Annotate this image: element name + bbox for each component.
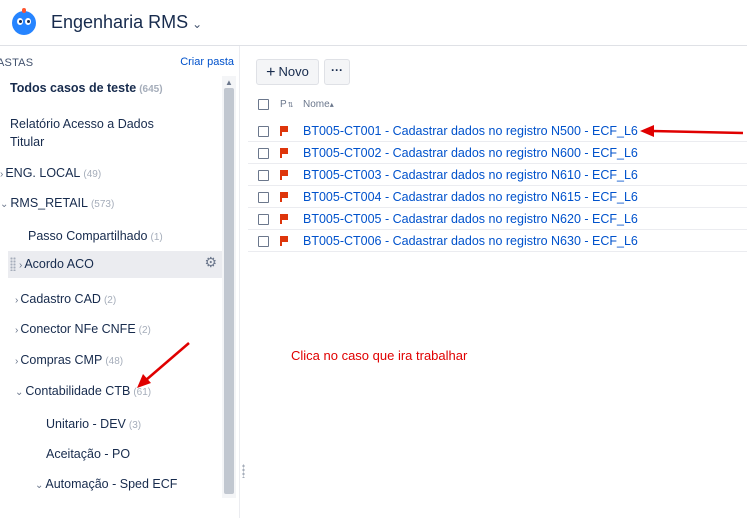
priority-flag-icon [280,126,288,136]
sort-icon: ⇅ [287,102,294,109]
folder-sidebar: ASTAS Criar pasta Todos casos de teste (6… [0,46,239,518]
more-actions-button[interactable]: ··· [324,59,350,85]
priority-flag-icon [280,214,288,224]
drag-handle-icon[interactable] [242,464,245,478]
row-checkbox[interactable] [258,126,269,137]
folder-contabilidade-ctb[interactable]: ⌄ Contabilidade CTB (61) [15,384,222,398]
test-case-link[interactable]: BT005-CT004 - Cadastrar dados no registr… [303,190,638,204]
table-row[interactable]: BT005-CT004 - Cadastrar dados no registr… [248,187,747,208]
folder-eng-local[interactable]: › ENG. LOCAL (49) [0,166,222,180]
priority-flag-icon [280,170,288,180]
priority-flag-icon [280,236,288,246]
row-checkbox[interactable] [258,236,269,247]
chevron-right-icon[interactable]: › [15,325,18,336]
gear-icon[interactable]: ⚙ [204,254,217,270]
table-row[interactable]: BT005-CT005 - Cadastrar dados no registr… [248,209,747,230]
chevron-right-icon[interactable]: › [15,356,18,367]
chevron-right-icon[interactable]: › [15,295,18,306]
row-checkbox[interactable] [258,170,269,181]
create-folder-link[interactable]: Criar pasta [180,56,234,68]
chevron-down-icon[interactable]: ⌄ [15,387,23,398]
folder-compras-cmp[interactable]: › Compras CMP (48) [15,353,222,367]
name-column-header[interactable]: Nome▴ [303,99,334,110]
row-checkbox[interactable] [258,214,269,225]
robot-avatar-icon[interactable] [12,8,36,35]
folder-aceitacao-po[interactable]: Aceitação - PO [46,447,222,461]
row-checkbox[interactable] [258,148,269,159]
project-title: Engenharia RMS [51,12,189,32]
test-case-link[interactable]: BT005-CT003 - Cadastrar dados no registr… [303,168,638,182]
folder-rms-retail[interactable]: ⌄ RMS_RETAIL (573) [0,196,222,210]
chevron-right-icon[interactable]: › [0,169,3,180]
project-header: Engenharia RMS ⌄ [0,0,747,46]
project-selector[interactable]: Engenharia RMS ⌄ [51,12,202,33]
test-case-link[interactable]: BT005-CT005 - Cadastrar dados no registr… [303,212,638,226]
select-all-checkbox[interactable] [258,99,269,110]
folder-all-test-cases[interactable]: Todos casos de teste (645) [10,81,232,95]
priority-column-header[interactable]: P⇅ [280,99,294,110]
scroll-up-icon[interactable]: ▲ [225,78,233,87]
folder-cadastro-cad[interactable]: › Cadastro CAD (2) [15,292,222,306]
test-case-link[interactable]: BT005-CT006 - Cadastrar dados no registr… [303,234,638,248]
plus-icon: + [266,64,276,81]
folder-relatorio-acesso[interactable]: Relatório Acesso a Dados Titular [10,115,232,151]
row-checkbox[interactable] [258,192,269,203]
chevron-down-icon[interactable]: ⌄ [0,199,8,210]
table-row[interactable]: BT005-CT003 - Cadastrar dados no registr… [248,165,747,186]
folder-conector-nfe[interactable]: › Conector NFe CNFE (2) [15,322,222,336]
table-row[interactable]: BT005-CT006 - Cadastrar dados no registr… [248,231,747,252]
panel-splitter[interactable] [239,46,248,518]
drag-handle-icon[interactable] [10,257,16,271]
table-header: P⇅ Nome▴ [248,96,747,114]
chevron-down-icon[interactable]: ⌄ [35,480,43,491]
folder-unitario-dev[interactable]: Unitario - DEV (3) [46,417,222,431]
table-row[interactable]: BT005-CT001 - Cadastrar dados no registr… [248,121,747,142]
folder-acordo-aco[interactable]: › Acordo ACO ⚙ [8,251,222,278]
test-case-link[interactable]: BT005-CT002 - Cadastrar dados no registr… [303,146,638,160]
scrollbar-thumb[interactable] [224,88,234,494]
chevron-down-icon: ⌄ [192,17,203,31]
folder-automacao-sped-ecf[interactable]: ⌄ Automação - Sped ECF [35,477,222,491]
priority-flag-icon [280,148,288,158]
new-button[interactable]: + Novo [256,59,319,85]
sidebar-scrollbar[interactable]: ▲ [222,76,236,498]
folders-label: ASTAS [0,57,34,69]
annotation-text: Clica no caso que ira trabalhar [291,348,468,363]
test-case-link[interactable]: BT005-CT001 - Cadastrar dados no registr… [303,124,638,138]
table-row[interactable]: BT005-CT002 - Cadastrar dados no registr… [248,143,747,164]
chevron-right-icon[interactable]: › [19,260,22,271]
folder-passo-compartilhado[interactable]: Passo Compartilhado (1) [28,229,222,243]
sort-ascending-icon: ▴ [329,100,334,109]
test-case-panel: + Novo ··· P⇅ Nome▴ BT005-CT001 - Cadastr… [248,46,747,518]
priority-flag-icon [280,192,288,202]
